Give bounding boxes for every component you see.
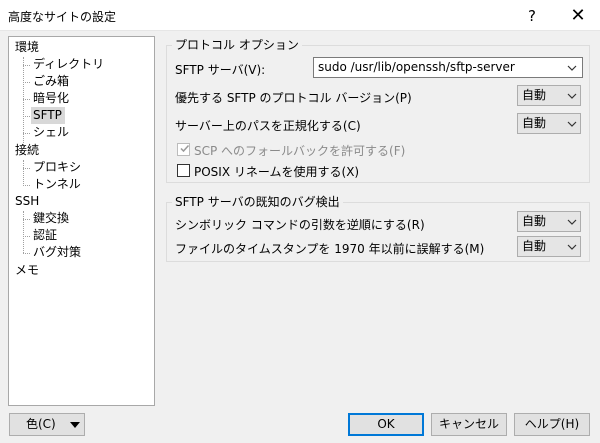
cancel-button[interactable]: キャンセル xyxy=(431,413,507,436)
symlink-value: 自動 xyxy=(522,214,547,228)
tree-item-recycle-bin[interactable]: ごみ箱 xyxy=(31,73,69,90)
ok-button[interactable]: OK xyxy=(348,413,424,436)
tree-item-encryption[interactable]: 暗号化 xyxy=(31,90,69,107)
close-button[interactable]: ✕ xyxy=(556,0,600,31)
sftp-server-label: SFTP サーバ(V): xyxy=(175,63,266,77)
color-button[interactable]: 色(C) xyxy=(9,413,85,436)
timestamp-value: 自動 xyxy=(522,239,547,253)
tree-item-proxy[interactable]: プロキシ xyxy=(31,159,81,176)
tree-connector xyxy=(23,82,30,83)
tree-connector xyxy=(23,253,30,254)
posix-rename-checkbox[interactable] xyxy=(177,164,190,177)
bug-detection-legend: SFTP サーバの既知のバグ検出 xyxy=(172,193,343,210)
tree-connector xyxy=(23,168,30,169)
scp-fallback-checkbox[interactable] xyxy=(177,143,190,156)
tree-item-bugs[interactable]: バグ対策 xyxy=(31,244,81,261)
sftp-server-input[interactable]: sudo /usr/lib/openssh/sftp-server xyxy=(313,57,583,78)
scp-fallback-label: SCP へのフォールバックを許可する(F) xyxy=(194,144,406,158)
tree-connector xyxy=(23,133,30,134)
chevron-down-icon[interactable] xyxy=(567,93,577,99)
tree-item-sftp[interactable]: SFTP xyxy=(31,107,65,124)
tree-connector xyxy=(23,116,30,117)
tree-item-note[interactable]: メモ xyxy=(15,262,39,279)
chevron-down-icon[interactable] xyxy=(567,121,577,127)
sftp-server-value: sudo /usr/lib/openssh/sftp-server xyxy=(318,60,515,74)
tree-connector xyxy=(23,160,24,184)
window-title: 高度なサイトの設定 xyxy=(8,10,117,24)
chevron-down-icon[interactable] xyxy=(567,244,577,250)
tree-connector xyxy=(23,219,30,220)
settings-tree[interactable]: 環境 ディレクトリ ごみ箱 暗号化 SFTP シェル 接続 プロキシ トンネル … xyxy=(8,36,155,406)
tree-connector xyxy=(23,65,30,66)
preferred-version-value: 自動 xyxy=(522,88,547,102)
tree-item-tunnel[interactable]: トンネル xyxy=(31,176,81,193)
tree-connector xyxy=(23,99,30,100)
tree-connector xyxy=(23,211,24,253)
tree-connector xyxy=(23,57,24,149)
color-button-label: 色(C) xyxy=(26,417,56,431)
timestamp-label: ファイルのタイムスタンプを 1970 年以前に誤解する(M) xyxy=(175,242,485,256)
posix-rename-label: POSIX リネームを使用する(X) xyxy=(194,165,360,179)
dropdown-arrow-icon xyxy=(70,422,80,428)
chevron-down-icon[interactable] xyxy=(567,65,577,71)
preferred-version-label: 優先する SFTP のプロトコル バージョン(P) xyxy=(175,91,412,105)
title-bar: 高度なサイトの設定 ? ✕ xyxy=(0,0,600,31)
protocol-options-legend: プロトコル オプション xyxy=(172,36,302,53)
tree-item-key-exchange[interactable]: 鍵交換 xyxy=(31,210,69,227)
tree-item-ssh[interactable]: SSH xyxy=(15,193,39,210)
tree-item-directory[interactable]: ディレクトリ xyxy=(31,56,104,73)
canonicalize-value: 自動 xyxy=(522,116,547,130)
tree-item-authentication[interactable]: 認証 xyxy=(31,227,57,244)
chevron-down-icon[interactable] xyxy=(567,219,577,225)
help-button[interactable]: ヘルプ(H) xyxy=(514,413,590,436)
symlink-label: シンボリック コマンドの引数を逆順にする(R) xyxy=(175,218,425,232)
canonicalize-label: サーバー上のパスを正規化する(C) xyxy=(175,119,361,133)
checkmark-icon xyxy=(180,144,190,153)
help-title-button[interactable]: ? xyxy=(510,0,554,31)
tree-item-shell[interactable]: シェル xyxy=(31,124,69,141)
tree-connector xyxy=(23,236,30,237)
tree-item-environment[interactable]: 環境 xyxy=(15,39,39,56)
tree-connector xyxy=(23,185,30,186)
tree-item-connection[interactable]: 接続 xyxy=(15,142,39,159)
